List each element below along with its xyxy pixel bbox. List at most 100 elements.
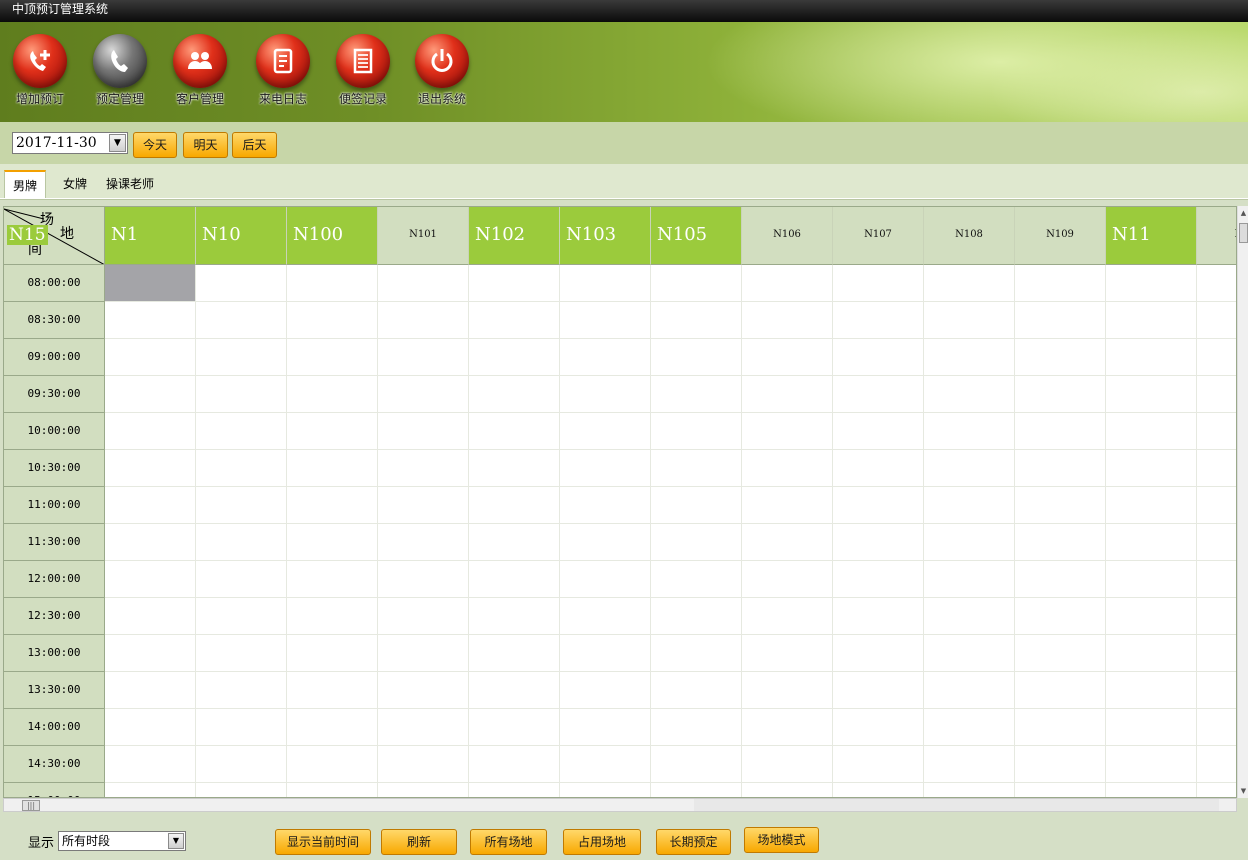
venue-header[interactable]: N103	[560, 207, 651, 265]
booking-cell[interactable]	[651, 339, 742, 376]
booking-cell[interactable]	[105, 265, 196, 302]
booking-cell[interactable]	[105, 672, 196, 709]
booking-cell[interactable]	[833, 413, 924, 450]
horizontal-scroll-thumb[interactable]: |||	[22, 800, 40, 811]
booking-cell[interactable]	[105, 376, 196, 413]
booking-cell[interactable]	[287, 598, 378, 635]
booking-cell[interactable]	[651, 598, 742, 635]
booking-cell[interactable]	[924, 339, 1015, 376]
booking-cell[interactable]	[560, 450, 651, 487]
booking-cell[interactable]	[196, 524, 287, 561]
booking-cell[interactable]	[560, 598, 651, 635]
booking-cell[interactable]	[1197, 450, 1236, 487]
booking-cell[interactable]	[196, 598, 287, 635]
horizontal-scrollbar[interactable]: |||	[3, 798, 1237, 812]
booking-cell[interactable]	[1106, 746, 1197, 783]
booking-cell[interactable]	[1015, 635, 1106, 672]
venue-header[interactable]: N106	[742, 207, 833, 265]
booking-cell[interactable]	[1015, 783, 1106, 797]
booking-cell[interactable]	[287, 746, 378, 783]
booking-cell[interactable]	[469, 413, 560, 450]
booking-cell[interactable]	[1015, 413, 1106, 450]
booking-cell[interactable]	[560, 265, 651, 302]
booking-cell[interactable]	[924, 561, 1015, 598]
booking-cell[interactable]	[378, 746, 469, 783]
booking-cell[interactable]	[378, 635, 469, 672]
booking-cell[interactable]	[287, 561, 378, 598]
booking-cell[interactable]	[833, 672, 924, 709]
booking-cell[interactable]	[924, 265, 1015, 302]
booking-cell[interactable]	[924, 598, 1015, 635]
booking-cell[interactable]	[105, 413, 196, 450]
booking-cell[interactable]	[196, 339, 287, 376]
booking-cell[interactable]	[378, 339, 469, 376]
booking-cell[interactable]	[196, 487, 287, 524]
booking-cell[interactable]	[105, 561, 196, 598]
date-select[interactable]: 2017-11-30 ▼	[12, 132, 128, 154]
time-period-select[interactable]: 所有时段 ▼	[58, 831, 186, 851]
booking-cell[interactable]	[833, 746, 924, 783]
booking-cell[interactable]	[924, 450, 1015, 487]
booking-cell[interactable]	[651, 524, 742, 561]
venue-header[interactable]: N1	[1197, 207, 1236, 265]
booking-cell[interactable]	[469, 635, 560, 672]
booking-cell[interactable]	[651, 376, 742, 413]
booking-cell[interactable]	[833, 561, 924, 598]
booking-cell[interactable]	[560, 746, 651, 783]
booking-cell[interactable]	[287, 635, 378, 672]
booking-cell[interactable]	[1197, 524, 1236, 561]
vertical-scroll-thumb[interactable]	[1239, 223, 1248, 243]
booking-cell[interactable]	[742, 413, 833, 450]
booking-cell[interactable]	[196, 672, 287, 709]
booking-cell[interactable]	[1197, 413, 1236, 450]
booking-cell[interactable]	[833, 302, 924, 339]
booking-cell[interactable]	[287, 339, 378, 376]
booking-cell[interactable]	[742, 561, 833, 598]
booking-cell[interactable]	[287, 487, 378, 524]
booking-cell[interactable]	[924, 413, 1015, 450]
venue-header[interactable]: N1	[105, 207, 196, 265]
booking-cell[interactable]	[469, 339, 560, 376]
booking-cell[interactable]	[1106, 635, 1197, 672]
venue-header[interactable]: N102	[469, 207, 560, 265]
add-booking-button[interactable]: 增加预订	[5, 34, 75, 107]
booking-cell[interactable]	[560, 376, 651, 413]
booking-cell[interactable]	[378, 450, 469, 487]
booking-cell[interactable]	[1015, 487, 1106, 524]
booking-cell[interactable]	[1015, 302, 1106, 339]
booking-cell[interactable]	[924, 672, 1015, 709]
booking-cell[interactable]	[1015, 561, 1106, 598]
booking-cell[interactable]	[1197, 672, 1236, 709]
refresh-button[interactable]: 刷新	[381, 829, 457, 855]
booking-cell[interactable]	[196, 413, 287, 450]
booking-cell[interactable]	[742, 746, 833, 783]
booking-cell[interactable]	[1015, 524, 1106, 561]
booking-cell[interactable]	[196, 709, 287, 746]
booking-cell[interactable]	[742, 339, 833, 376]
booking-cell[interactable]	[378, 672, 469, 709]
booking-cell[interactable]	[469, 376, 560, 413]
booking-cell[interactable]	[924, 746, 1015, 783]
long-term-booking-button[interactable]: 长期预定	[656, 829, 731, 855]
booking-cell[interactable]	[105, 783, 196, 797]
horizontal-scroll-track[interactable]	[694, 799, 1219, 811]
booking-management-button[interactable]: 预定管理	[85, 34, 155, 107]
booking-cell[interactable]	[287, 302, 378, 339]
booking-cell[interactable]	[742, 598, 833, 635]
booking-cell[interactable]	[924, 376, 1015, 413]
booking-cell[interactable]	[105, 635, 196, 672]
booking-cell[interactable]	[105, 339, 196, 376]
booking-cell[interactable]	[378, 561, 469, 598]
booking-cell[interactable]	[1106, 376, 1197, 413]
occupied-venues-button[interactable]: 占用场地	[563, 829, 641, 855]
booking-cell[interactable]	[105, 450, 196, 487]
tab-men-courts[interactable]: 男牌	[4, 170, 47, 198]
booking-cell[interactable]	[1106, 450, 1197, 487]
booking-cell[interactable]	[1197, 598, 1236, 635]
booking-cell[interactable]	[196, 265, 287, 302]
booking-cell[interactable]	[560, 709, 651, 746]
venue-header[interactable]: N10	[196, 207, 287, 265]
booking-cell[interactable]	[924, 635, 1015, 672]
booking-cell[interactable]	[1106, 339, 1197, 376]
booking-cell[interactable]	[196, 561, 287, 598]
